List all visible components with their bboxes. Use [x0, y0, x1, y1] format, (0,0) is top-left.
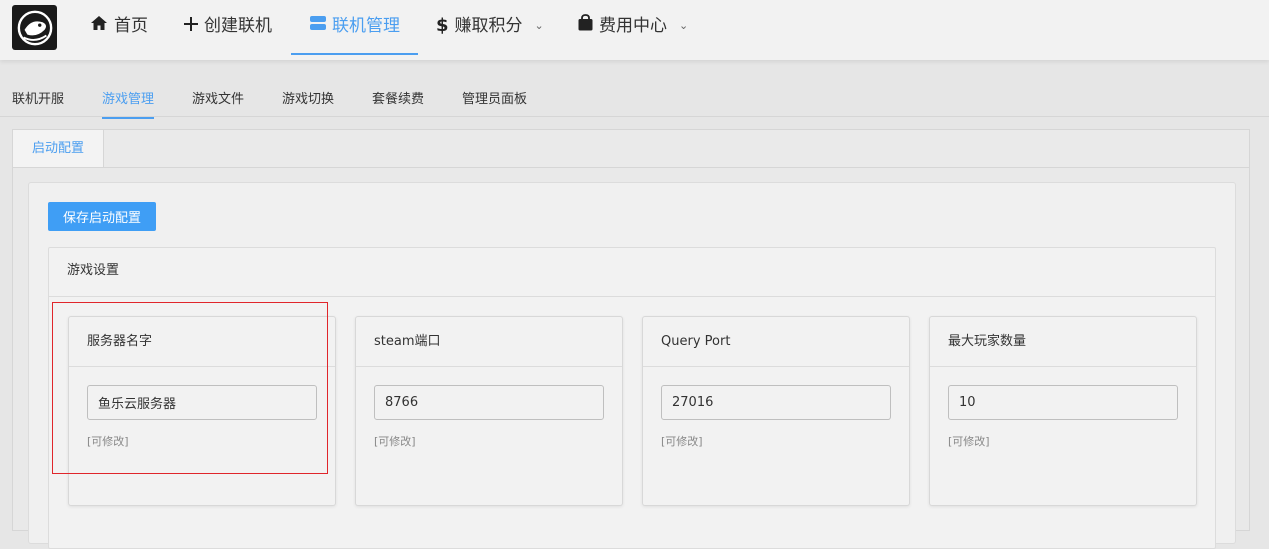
nav-manage-label: 联机管理 — [332, 16, 400, 36]
field-server-name: 服务器名字 [可修改] — [68, 316, 336, 506]
top-navbar: 首页 创建联机 联机管理 $ 赚取积分 ⌄ 费用中心 ⌄ — [0, 0, 1269, 60]
nav-manage[interactable]: 联机管理 — [310, 0, 400, 60]
max-players-input[interactable] — [948, 385, 1178, 420]
section-title: 游戏设置 — [49, 248, 1215, 297]
shopping-bag-icon — [578, 0, 593, 52]
subtab-game-files[interactable]: 游戏文件 — [192, 88, 244, 117]
subtab-game-switch[interactable]: 游戏切换 — [282, 88, 334, 117]
field-label: 最大玩家数量 — [930, 317, 1196, 367]
field-query-port: Query Port [可修改] — [642, 316, 910, 506]
nav-billing[interactable]: 费用中心 ⌄ — [578, 0, 688, 60]
plus-icon — [184, 0, 198, 52]
save-startup-config-button[interactable]: 保存启动配置 — [48, 202, 156, 231]
field-steam-port: steam端口 [可修改] — [355, 316, 623, 506]
chevron-down-icon: ⌄ — [679, 19, 689, 32]
config-panel: 启动配置 保存启动配置 游戏设置 服务器名字 [可修改] steam端口 [可修… — [12, 129, 1250, 549]
field-label: 服务器名字 — [69, 317, 335, 367]
field-note: [可修改] — [374, 435, 416, 448]
nav-billing-label: 费用中心 — [599, 16, 667, 36]
tab-startup-config[interactable]: 启动配置 — [13, 130, 104, 167]
field-note: [可修改] — [948, 435, 990, 448]
subtab-renew-plan[interactable]: 套餐续费 — [372, 88, 424, 117]
nav-home-label: 首页 — [114, 16, 148, 36]
nav-earn-label: 赚取积分 — [454, 16, 523, 36]
query-port-input[interactable] — [661, 385, 891, 420]
field-label: steam端口 — [356, 317, 622, 367]
nav-earn[interactable]: $ 赚取积分 ⌄ — [436, 0, 544, 60]
field-note: [可修改] — [661, 435, 703, 448]
nav-home[interactable]: 首页 — [90, 0, 148, 60]
home-icon — [90, 0, 108, 52]
dollar-icon: $ — [436, 15, 449, 36]
panel-tab-bar: 启动配置 — [13, 130, 1249, 168]
fish-logo-icon[interactable] — [12, 5, 57, 50]
nav-active-indicator — [291, 53, 418, 55]
field-max-players: 最大玩家数量 [可修改] — [929, 316, 1197, 506]
server-icon — [310, 0, 326, 52]
chevron-down-icon: ⌄ — [534, 19, 544, 32]
field-label: Query Port — [643, 317, 909, 367]
game-settings-section: 游戏设置 服务器名字 [可修改] steam端口 [可修改] Query Por… — [48, 247, 1216, 549]
server-name-input[interactable] — [87, 385, 317, 420]
steam-port-input[interactable] — [374, 385, 604, 420]
config-card: 保存启动配置 游戏设置 服务器名字 [可修改] steam端口 [可修改] Qu… — [28, 182, 1236, 549]
nav-create[interactable]: 创建联机 — [184, 0, 272, 60]
subtab-admin-panel[interactable]: 管理员面板 — [462, 88, 527, 117]
field-note: [可修改] — [87, 435, 129, 448]
sub-tabs: 联机开服 游戏管理 游戏文件 游戏切换 套餐续费 管理员面板 — [0, 60, 1269, 119]
nav-create-label: 创建联机 — [204, 16, 272, 36]
subtab-game-manage[interactable]: 游戏管理 — [102, 88, 155, 119]
subtab-open-server[interactable]: 联机开服 — [12, 88, 64, 117]
